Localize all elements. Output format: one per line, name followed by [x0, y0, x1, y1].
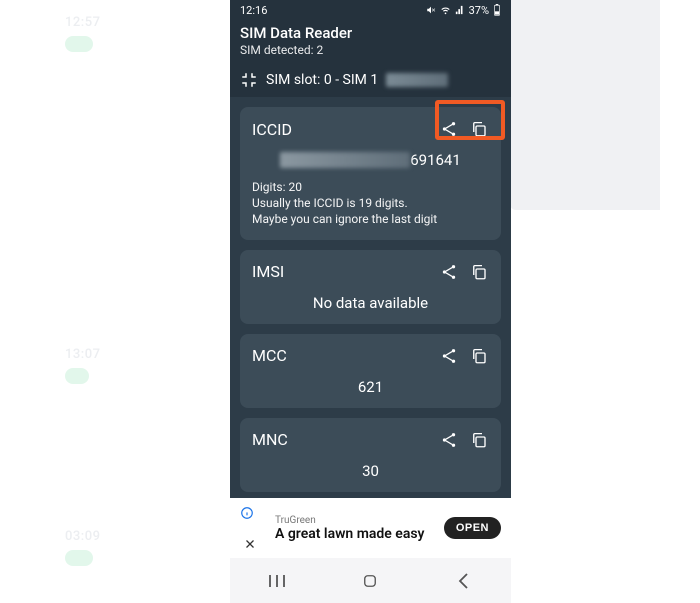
ad-info-icon[interactable]: [240, 505, 258, 523]
ghost-pill-2: [65, 368, 89, 384]
mcc-value: 621: [252, 378, 489, 396]
sim-slot-header[interactable]: SIM slot: 0 - SIM 1: [230, 63, 511, 97]
card-iccid: ICCID 691641 Digits: 20 Usually the ICCI…: [240, 107, 501, 240]
ad-brand: TruGreen: [275, 515, 444, 526]
nav-back-icon[interactable]: [444, 561, 484, 601]
card-list[interactable]: ICCID 691641 Digits: 20 Usually the ICCI…: [230, 97, 511, 499]
share-icon[interactable]: [439, 119, 459, 139]
share-icon[interactable]: [439, 430, 459, 450]
card-title-imsi: IMSI: [252, 262, 284, 281]
copy-icon[interactable]: [469, 119, 489, 139]
phone-frame: 12:16 37% SIM Data Reader SIM detected: …: [230, 0, 511, 603]
android-nav-bar: [230, 558, 511, 603]
ghost-time-3: 03:09: [65, 529, 125, 544]
card-imsi: IMSI No data available: [240, 250, 501, 324]
wifi-icon: [440, 5, 451, 15]
share-icon[interactable]: [439, 262, 459, 282]
copy-icon[interactable]: [469, 346, 489, 366]
app-subtitle: SIM detected: 2: [240, 43, 501, 57]
ad-banner[interactable]: TruGreen A great lawn made easy OPEN: [230, 498, 511, 558]
nav-recents-icon[interactable]: [257, 561, 297, 601]
ad-open-button[interactable]: OPEN: [444, 517, 501, 539]
mnc-value: 30: [252, 462, 489, 480]
app-title: SIM Data Reader: [240, 24, 501, 42]
ad-close-icon[interactable]: [244, 535, 258, 549]
battery-icon: [493, 4, 501, 16]
iccid-value-suffix: 691641: [410, 151, 461, 169]
iccid-notes: Digits: 20 Usually the ICCID is 19 digit…: [252, 179, 489, 228]
status-bar: 12:16 37%: [230, 0, 511, 20]
iccid-digits-line: Digits: 20: [252, 179, 489, 195]
sim-slot-name-redacted: [386, 73, 448, 87]
article-timeline-ghosts: 12:57 13:07 03:09: [65, 15, 125, 585]
ghost-time-1: 12:57: [65, 15, 125, 30]
ghost-time-2: 13:07: [65, 347, 125, 362]
card-mcc: MCC 621: [240, 334, 501, 408]
share-icon[interactable]: [439, 346, 459, 366]
card-title-mnc: MNC: [252, 430, 288, 449]
ghost-pill-3: [65, 550, 93, 566]
signal-icon: [455, 5, 465, 15]
card-mnc: MNC 30: [240, 418, 501, 492]
battery-text: 37%: [469, 4, 489, 17]
sim-slot-label: SIM slot: 0 - SIM 1: [266, 72, 378, 88]
nav-home-icon[interactable]: [350, 561, 390, 601]
page-side-panel: [510, 0, 660, 210]
copy-icon[interactable]: [469, 262, 489, 282]
app-header: SIM Data Reader SIM detected: 2: [230, 20, 511, 63]
card-title-mcc: MCC: [252, 346, 287, 365]
iccid-note-1: Usually the ICCID is 19 digits.: [252, 195, 489, 211]
collapse-icon[interactable]: [240, 71, 258, 89]
iccid-value-redacted: [280, 152, 410, 168]
imsi-value: No data available: [252, 294, 489, 312]
card-title-iccid: ICCID: [252, 120, 292, 139]
ad-headline: A great lawn made easy: [275, 526, 444, 542]
status-time: 12:16: [240, 4, 267, 17]
copy-icon[interactable]: [469, 430, 489, 450]
volume-mute-icon: [426, 5, 436, 15]
ghost-pill-1: [65, 36, 93, 52]
iccid-note-2: Maybe you can ignore the last digit: [252, 211, 489, 227]
iccid-value-row: 691641: [252, 151, 489, 169]
status-right: 37%: [426, 4, 501, 17]
